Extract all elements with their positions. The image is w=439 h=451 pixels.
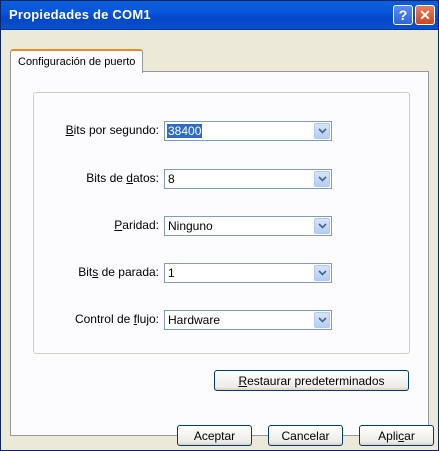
cancel-button[interactable]: Cancelar — [268, 425, 343, 446]
close-icon: ✕ — [419, 6, 431, 23]
bits-per-second-select[interactable]: 38400 — [164, 121, 332, 141]
field-label: Paridad: — [114, 218, 159, 232]
select-value: 8 — [168, 172, 175, 186]
field-label: Bits de parada: — [78, 265, 159, 279]
field-row-stop-bits: Bits de parada: 1 — [7, 263, 432, 283]
chevron-down-icon — [317, 270, 327, 276]
help-button[interactable]: ? — [393, 5, 413, 25]
chevron-down-icon — [317, 128, 327, 134]
select-value: Hardware — [168, 313, 221, 327]
field-label: Bits de datos: — [86, 171, 159, 185]
window-title: Propiedades de COM1 — [9, 7, 151, 22]
select-value: Ninguno — [168, 219, 213, 233]
stop-bits-select[interactable]: 1 — [164, 263, 332, 283]
properties-dialog: Propiedades de COM1 ? ✕ Configuración de… — [0, 0, 439, 451]
field-label: Control de flujo: — [74, 312, 159, 326]
title-bar[interactable]: Propiedades de COM1 ? ✕ — [1, 1, 438, 30]
chevron-down-icon — [317, 317, 327, 323]
dropdown-button[interactable] — [314, 312, 330, 328]
chevron-down-icon — [317, 176, 327, 182]
accept-button[interactable]: Aceptar — [177, 425, 252, 446]
field-row-data-bits: Bits de datos: 8 — [7, 169, 432, 189]
close-button[interactable]: ✕ — [415, 5, 435, 25]
apply-button[interactable]: Apli c ar — [359, 425, 434, 446]
chevron-down-icon — [317, 223, 327, 229]
flow-control-select[interactable]: Hardware — [164, 310, 332, 330]
dropdown-button[interactable] — [314, 171, 330, 187]
field-label: Bits por segundo: — [65, 123, 159, 137]
dropdown-button[interactable] — [314, 265, 330, 281]
dropdown-button[interactable] — [314, 123, 330, 139]
field-row-flow-control: Control de flujo: Hardware — [7, 310, 432, 330]
select-value: 1 — [168, 266, 175, 280]
restore-defaults-button[interactable]: Restaurar predeterminados — [214, 370, 409, 391]
dropdown-button[interactable] — [314, 218, 330, 234]
parity-select[interactable]: Ninguno — [164, 216, 332, 236]
field-row-parity: Paridad: Ninguno — [7, 216, 432, 236]
field-row-bits-per-second: Bits por segundo: 38400 — [7, 121, 432, 141]
help-icon: ? — [398, 7, 408, 23]
select-value: 38400 — [167, 124, 203, 138]
dialog-content: Configuración de puerto Bits por segundo… — [7, 34, 432, 446]
tab-port-settings[interactable]: Configuración de puerto — [10, 49, 144, 73]
data-bits-select[interactable]: 8 — [164, 169, 332, 189]
